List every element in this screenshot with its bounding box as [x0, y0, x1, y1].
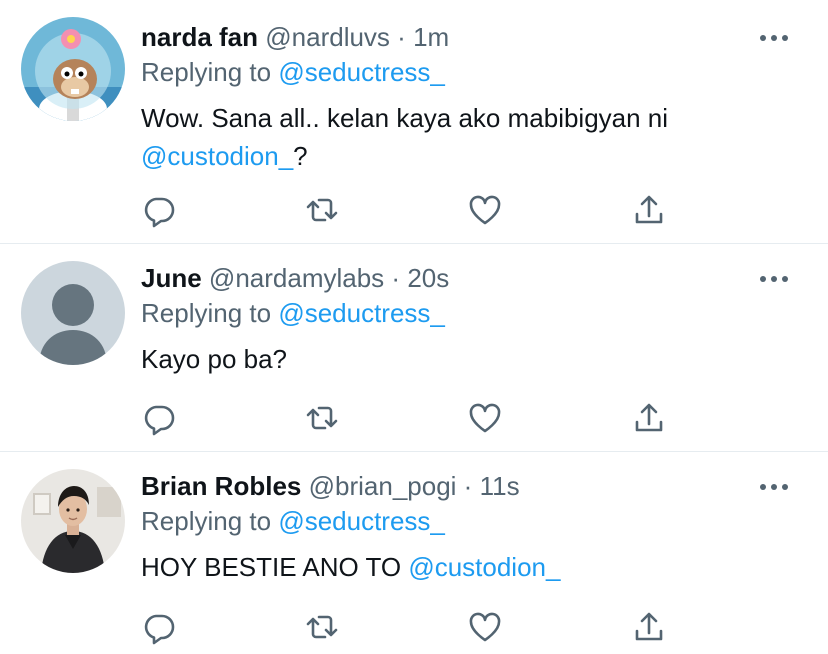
share-icon[interactable]: [631, 192, 667, 228]
tweet-3[interactable]: Brian Robles @brian_pogi · 11s Replying …: [0, 452, 828, 654]
timestamp[interactable]: 1m: [413, 22, 449, 52]
tweet-actions: [141, 192, 681, 228]
replying-prefix: Replying to: [141, 506, 279, 536]
replying-to-mention[interactable]: @seductress_: [278, 298, 445, 328]
share-icon[interactable]: [631, 400, 667, 436]
more-options-icon[interactable]: [760, 274, 788, 284]
reply-icon[interactable]: [141, 192, 177, 228]
tweet-mention[interactable]: @custodion_: [141, 141, 293, 171]
tweet-text-end: ?: [293, 141, 308, 171]
share-icon[interactable]: [631, 609, 667, 645]
tweet-header: Brian Robles @brian_pogi · 11s: [141, 470, 520, 502]
retweet-icon[interactable]: [304, 400, 340, 436]
more-options-icon[interactable]: [760, 482, 788, 492]
like-icon[interactable]: [467, 609, 503, 645]
tweet-actions: [141, 609, 681, 645]
replying-to-mention[interactable]: @seductress_: [278, 506, 445, 536]
separator-dot: ·: [397, 22, 406, 52]
replying-to: Replying to @seductress_: [141, 56, 445, 88]
tweet-header: narda fan @nardluvs · 1m: [141, 21, 449, 53]
tweet-2[interactable]: June @nardamylabs · 20s Replying to @sed…: [0, 244, 828, 452]
tweet-1[interactable]: narda fan @nardluvs · 1m Replying to @se…: [0, 0, 828, 244]
avatar[interactable]: [21, 17, 125, 121]
tweet-mention[interactable]: @custodion_: [408, 552, 560, 582]
avatar[interactable]: [21, 469, 125, 573]
retweet-icon[interactable]: [304, 609, 340, 645]
reply-icon[interactable]: [141, 609, 177, 645]
tweet-text-main: HOY BESTIE ANO TO: [141, 552, 409, 582]
timestamp[interactable]: 20s: [407, 263, 449, 293]
tweet-text: Wow. Sana all.. kelan kaya ako mabibigya…: [141, 99, 781, 175]
replying-to: Replying to @seductress_: [141, 505, 445, 537]
separator-dot: ·: [391, 263, 401, 293]
separator-dot: ·: [463, 471, 473, 501]
tweet-header: June @nardamylabs · 20s: [141, 262, 449, 294]
timestamp[interactable]: 11s: [480, 471, 520, 501]
tweet-actions: [141, 400, 681, 436]
tweet-text-main: Kayo po ba?: [141, 344, 288, 374]
replying-to-mention[interactable]: @seductress_: [278, 57, 445, 87]
user-handle[interactable]: @nardamylabs: [209, 263, 384, 293]
avatar[interactable]: [21, 261, 125, 365]
replying-to: Replying to @seductress_: [141, 297, 445, 329]
user-handle[interactable]: @nardluvs: [265, 22, 390, 52]
replying-prefix: Replying to: [141, 298, 279, 328]
display-name[interactable]: June: [141, 263, 202, 293]
reply-icon[interactable]: [141, 400, 177, 436]
display-name[interactable]: narda fan: [141, 22, 258, 52]
retweet-icon[interactable]: [304, 192, 340, 228]
user-handle[interactable]: @brian_pogi: [309, 471, 457, 501]
display-name[interactable]: Brian Robles: [141, 471, 301, 501]
more-options-icon[interactable]: [760, 33, 788, 43]
like-icon[interactable]: [467, 400, 503, 436]
tweet-text-main: Wow. Sana all.. kelan kaya ako mabibigya…: [141, 103, 669, 133]
like-icon[interactable]: [467, 192, 503, 228]
tweet-text: HOY BESTIE ANO TO @custodion_: [141, 548, 781, 586]
tweet-text: Kayo po ba?: [141, 340, 781, 378]
replying-prefix: Replying to: [141, 57, 279, 87]
